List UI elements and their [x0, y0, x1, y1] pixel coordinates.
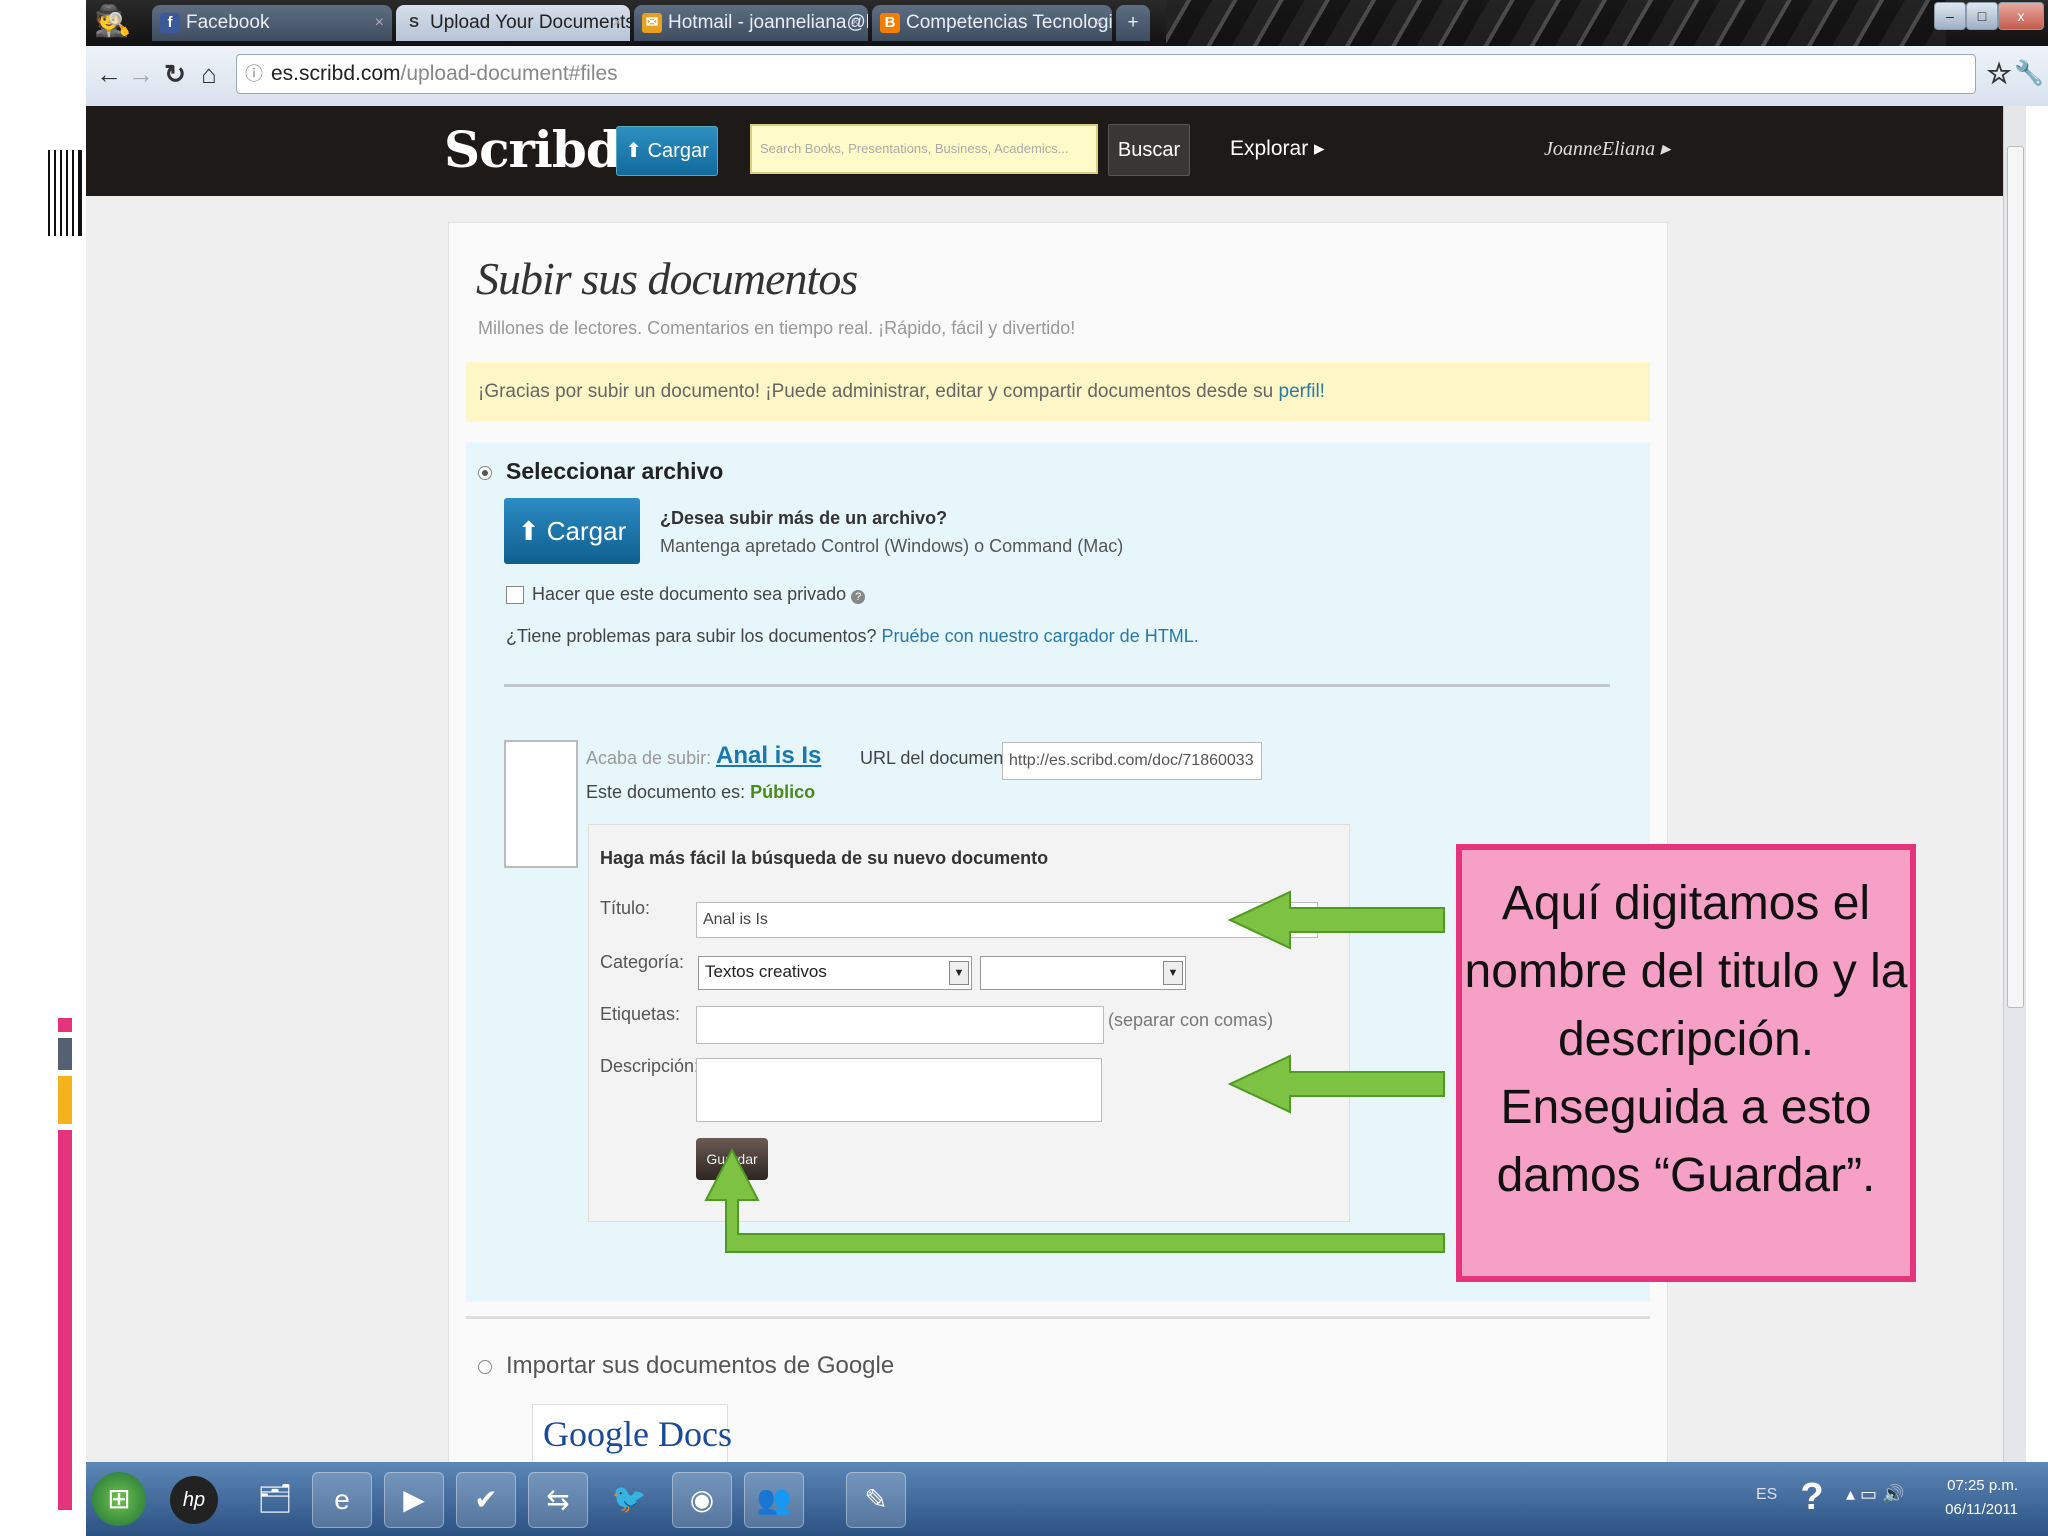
- messenger-icon[interactable]: 👥: [744, 1472, 804, 1528]
- teamviewer-icon[interactable]: ⇆: [528, 1472, 588, 1528]
- arrow-to-title: [1227, 890, 1445, 950]
- media-player-icon[interactable]: ▶: [384, 1472, 444, 1528]
- tasks-icon[interactable]: ✔: [456, 1472, 516, 1528]
- arrow-to-save: [704, 1147, 1445, 1253]
- help-icon[interactable]: ?: [1794, 1472, 1830, 1522]
- system-clock[interactable]: 07:25 p.m. 06/11/2011: [1945, 1474, 2018, 1522]
- annotation-arrows: [704, 890, 1445, 1253]
- arrow-to-description: [1227, 1054, 1445, 1114]
- language-indicator[interactable]: ES: [1756, 1486, 1777, 1504]
- game-icon[interactable]: 🐦: [600, 1472, 658, 1526]
- paint-icon[interactable]: ✎: [846, 1472, 906, 1528]
- chrome-icon[interactable]: ◉: [672, 1472, 732, 1528]
- internet-explorer-icon[interactable]: e: [312, 1472, 372, 1528]
- windows-taskbar: ⊞ hp 🗂 e ▶ ✔ ⇆ 🐦 ◉ 👥 ✎ ES ? ▴ ▭ 🔊 07:25 …: [86, 1462, 2048, 1536]
- instruction-callout: Aquí digitamos el nombre del titulo y la…: [1456, 844, 1916, 1282]
- start-orb-icon[interactable]: ⊞: [92, 1472, 146, 1526]
- hp-icon[interactable]: hp: [170, 1476, 218, 1524]
- folder-icon[interactable]: 🗂: [246, 1472, 304, 1526]
- tray-icons[interactable]: ▴ ▭ 🔊: [1846, 1484, 1904, 1505]
